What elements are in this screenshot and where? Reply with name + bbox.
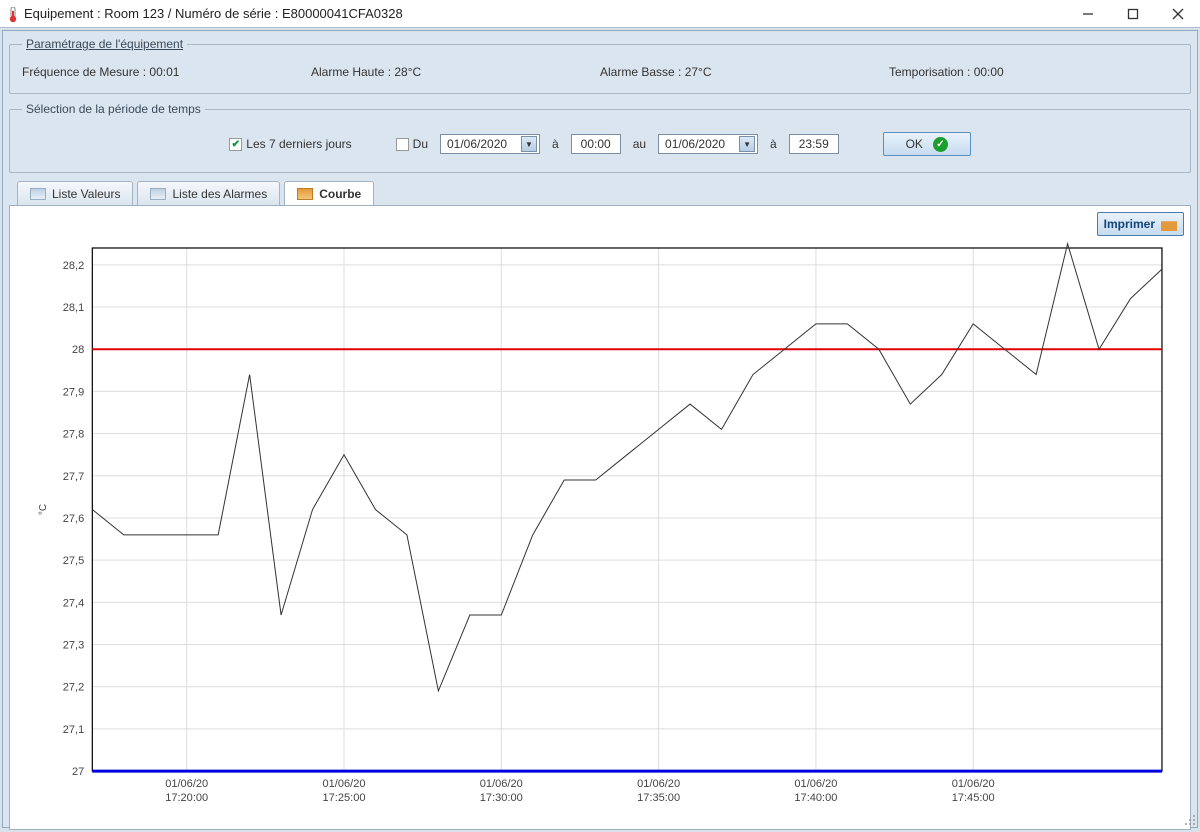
maximize-button[interactable] bbox=[1110, 0, 1155, 28]
svg-text:01/06/20: 01/06/20 bbox=[952, 778, 995, 790]
tab-bar: Liste Valeurs Liste des Alarmes Courbe bbox=[17, 181, 1191, 205]
measure-frequency: Fréquence de Mesure : 00:01 bbox=[22, 65, 311, 79]
svg-text:27,9: 27,9 bbox=[63, 386, 84, 398]
svg-text:27,2: 27,2 bbox=[63, 682, 84, 694]
date-from-combo[interactable]: 01/06/2020 ▼ bbox=[440, 134, 540, 154]
svg-text:17:45:00: 17:45:00 bbox=[952, 792, 995, 804]
tab-values-label: Liste Valeurs bbox=[52, 187, 120, 201]
ok-button[interactable]: OK ✓ bbox=[883, 132, 971, 156]
check-circle-icon: ✓ bbox=[933, 137, 948, 152]
svg-text:°C: °C bbox=[38, 504, 49, 515]
time-period-legend: Sélection de la période de temps bbox=[22, 102, 205, 116]
client-area: Paramétrage de l'équipement Fréquence de… bbox=[2, 30, 1198, 828]
date-to-combo[interactable]: 01/06/2020 ▼ bbox=[658, 134, 758, 154]
checkbox-unchecked-icon: ✔ bbox=[396, 138, 409, 151]
svg-text:27,4: 27,4 bbox=[63, 597, 84, 609]
time-from-input[interactable]: 00:00 bbox=[571, 134, 621, 154]
window-title: Equipement : Room 123 / Numéro de série … bbox=[24, 6, 403, 21]
date-to-value: 01/06/2020 bbox=[665, 137, 725, 151]
svg-text:27,3: 27,3 bbox=[63, 640, 84, 652]
svg-text:01/06/20: 01/06/20 bbox=[165, 778, 208, 790]
print-button[interactable]: Imprimer bbox=[1097, 212, 1184, 236]
time-period-group: Sélection de la période de temps ✔ Les 7… bbox=[9, 102, 1191, 173]
svg-text:27,1: 27,1 bbox=[63, 724, 84, 736]
printer-icon bbox=[1161, 217, 1177, 231]
ok-label: OK bbox=[906, 137, 923, 151]
parameters-legend: Paramétrage de l'équipement bbox=[22, 37, 187, 51]
svg-text:27: 27 bbox=[72, 766, 84, 778]
chart-icon bbox=[297, 188, 313, 200]
svg-text:01/06/20: 01/06/20 bbox=[323, 778, 366, 790]
tab-curve[interactable]: Courbe bbox=[284, 181, 374, 205]
from-label: Du bbox=[413, 137, 428, 151]
at-label-1: à bbox=[552, 137, 559, 151]
list-icon bbox=[30, 188, 46, 200]
at-label-2: à bbox=[770, 137, 777, 151]
checkbox-checked-icon: ✔ bbox=[229, 138, 242, 151]
alarm-low: Alarme Basse : 27°C bbox=[600, 65, 889, 79]
window-titlebar: Equipement : Room 123 / Numéro de série … bbox=[0, 0, 1200, 28]
list-icon bbox=[150, 188, 166, 200]
svg-text:17:30:00: 17:30:00 bbox=[480, 792, 523, 804]
tab-alarms-label: Liste des Alarmes bbox=[172, 187, 267, 201]
chart-panel: Imprimer 2727,127,227,327,427,527,627,72… bbox=[9, 205, 1191, 830]
svg-text:01/06/20: 01/06/20 bbox=[794, 778, 837, 790]
svg-text:17:20:00: 17:20:00 bbox=[165, 792, 208, 804]
tab-alarms[interactable]: Liste des Alarmes bbox=[137, 181, 280, 205]
tab-values[interactable]: Liste Valeurs bbox=[17, 181, 133, 205]
time-to-input[interactable]: 23:59 bbox=[789, 134, 839, 154]
svg-text:27,5: 27,5 bbox=[63, 555, 84, 567]
chevron-down-icon: ▼ bbox=[521, 136, 537, 152]
thermometer-icon bbox=[8, 7, 18, 21]
svg-text:01/06/20: 01/06/20 bbox=[637, 778, 680, 790]
last7-option[interactable]: ✔ Les 7 derniers jours bbox=[229, 137, 351, 151]
svg-text:28,1: 28,1 bbox=[63, 302, 84, 314]
tab-curve-label: Courbe bbox=[319, 187, 361, 201]
svg-text:28: 28 bbox=[72, 344, 84, 356]
svg-text:01/06/20: 01/06/20 bbox=[480, 778, 523, 790]
print-label: Imprimer bbox=[1104, 217, 1155, 231]
minimize-button[interactable] bbox=[1065, 0, 1110, 28]
chevron-down-icon: ▼ bbox=[739, 136, 755, 152]
last7-label: Les 7 derniers jours bbox=[246, 137, 351, 151]
svg-text:27,7: 27,7 bbox=[63, 471, 84, 483]
svg-text:28,2: 28,2 bbox=[63, 260, 84, 272]
svg-text:17:25:00: 17:25:00 bbox=[323, 792, 366, 804]
close-button[interactable] bbox=[1155, 0, 1200, 28]
svg-text:27,6: 27,6 bbox=[63, 513, 84, 525]
svg-text:17:40:00: 17:40:00 bbox=[794, 792, 837, 804]
to-label: au bbox=[633, 137, 646, 151]
date-from-value: 01/06/2020 bbox=[447, 137, 507, 151]
svg-text:17:35:00: 17:35:00 bbox=[637, 792, 680, 804]
alarm-high: Alarme Haute : 28°C bbox=[311, 65, 600, 79]
chart-plot: 27 27,1 27,2 27,3 27,4 27,5 27,6 27,7 27,8 27,9 28… bbox=[32, 242, 1168, 821]
custom-range-option[interactable]: ✔ Du bbox=[396, 137, 428, 151]
svg-text:27,8: 27,8 bbox=[63, 429, 84, 441]
resize-grip[interactable] bbox=[1183, 813, 1197, 827]
temporisation: Temporisation : 00:00 bbox=[889, 65, 1178, 79]
parameters-group: Paramétrage de l'équipement Fréquence de… bbox=[9, 37, 1191, 94]
